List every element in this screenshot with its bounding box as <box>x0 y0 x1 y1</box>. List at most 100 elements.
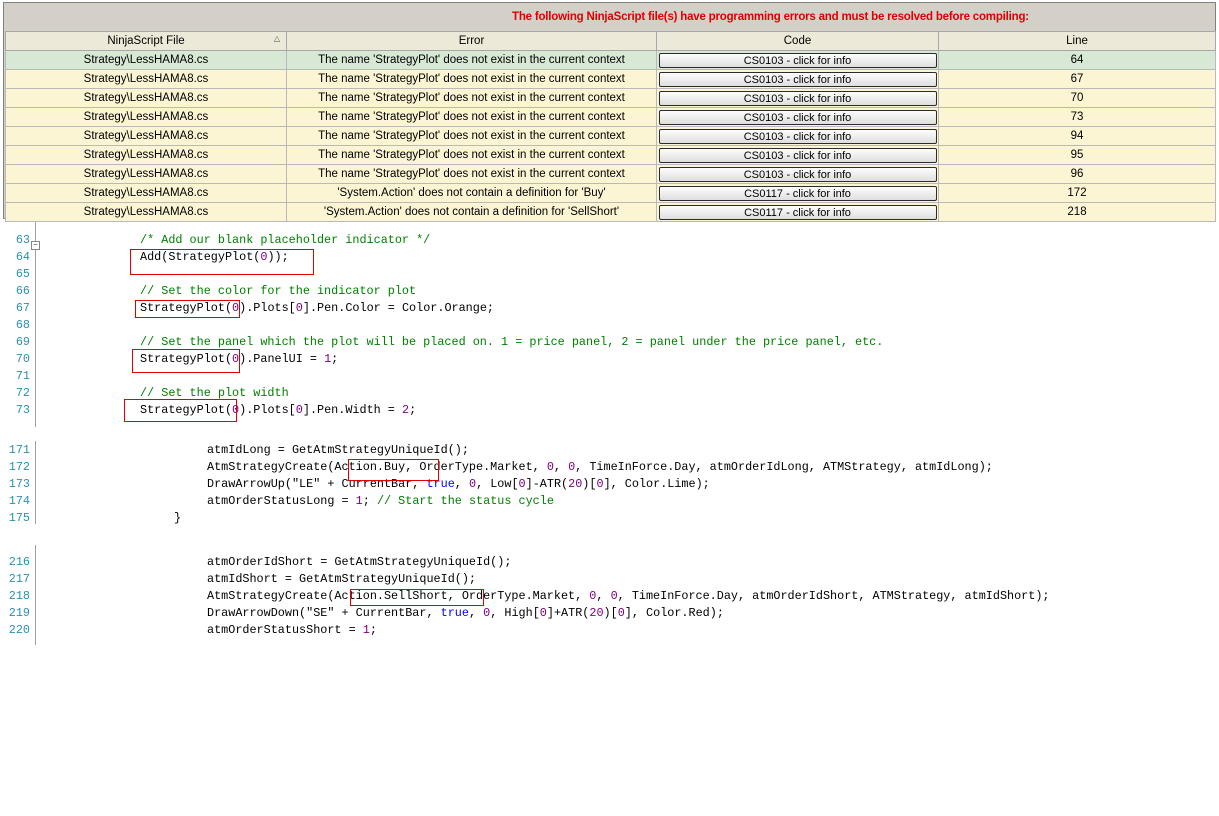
error-file-cell: Strategy\LessHAMA8.cs <box>5 145 287 165</box>
error-highlight-line-172 <box>348 459 439 481</box>
line-number: 217 <box>8 572 30 586</box>
error-code-info-button[interactable]: CS0103 - click for info <box>658 128 937 144</box>
column-header-line[interactable]: Line <box>938 31 1216 51</box>
error-file-cell: Strategy\LessHAMA8.cs <box>5 183 287 203</box>
line-number: 66 <box>15 284 30 298</box>
error-code-info-button[interactable]: CS0103 - click for info <box>658 166 937 182</box>
error-code-cell: CS0103 - click for info <box>656 50 939 70</box>
error-highlight-line-73 <box>124 399 237 422</box>
line-number: 73 <box>15 403 30 417</box>
code-text: AtmStrategyCreate(Action.Buy, OrderType.… <box>207 460 993 474</box>
error-message-cell: 'System.Action' does not contain a defin… <box>286 183 657 203</box>
error-grid-header: NinjaScript File △ Error Code Line <box>5 31 1216 51</box>
error-code-info-button[interactable]: CS0103 - click for info <box>658 147 937 163</box>
error-highlight-line-64 <box>130 249 314 275</box>
error-row[interactable]: Strategy\LessHAMA8.cs The name 'StrategyP… <box>5 50 1216 70</box>
code-text: DrawArrowDown("SE" + CurrentBar, true, 0… <box>207 606 724 620</box>
error-line-cell: 172 <box>938 183 1216 203</box>
error-message-cell: The name 'StrategyPlot' does not exist i… <box>286 145 657 165</box>
sort-arrow-icon: △ <box>273 34 280 43</box>
error-code-cell: CS0103 - click for info <box>656 164 939 184</box>
code-excerpt-long-entry: 171 atmIdLong = GetAtmStrategyUniqueId();… <box>0 441 1219 527</box>
code-line: 216 atmOrderIdShort = GetAtmStrategyUniqu… <box>0 554 1219 571</box>
error-code-info-button[interactable]: CS0103 - click for info <box>658 109 937 125</box>
error-message-cell: The name 'StrategyPlot' does not exist i… <box>286 88 657 108</box>
code-line: 219 DrawArrowDown("SE" + CurrentBar, true… <box>0 605 1219 622</box>
error-row[interactable]: Strategy\LessHAMA8.cs The name 'StrategyP… <box>5 145 1216 165</box>
error-line-cell: 96 <box>938 164 1216 184</box>
error-line-cell: 64 <box>938 50 1216 70</box>
line-number: 68 <box>15 318 30 332</box>
line-number: 172 <box>8 460 30 474</box>
line-number: 216 <box>8 555 30 569</box>
error-banner-text: The following NinjaScript file(s) have p… <box>512 11 1029 23</box>
line-number: 69 <box>15 335 30 349</box>
code-text: // Set the panel which the plot will be … <box>140 335 884 349</box>
column-header-code[interactable]: Code <box>656 31 939 51</box>
line-number: 72 <box>15 386 30 400</box>
error-row[interactable]: Strategy\LessHAMA8.cs The name 'StrategyP… <box>5 164 1216 184</box>
code-text: atmOrderStatusShort = 1; <box>207 623 377 637</box>
code-text: atmIdShort = GetAtmStrategyUniqueId(); <box>207 572 477 586</box>
code-line: 220 atmOrderStatusShort = 1; <box>0 622 1219 639</box>
error-grid: NinjaScript File △ Error Code Line Strate… <box>5 31 1216 222</box>
code-excerpt-short-entry: 216 atmOrderIdShort = GetAtmStrategyUniqu… <box>0 545 1219 645</box>
error-message-cell: The name 'StrategyPlot' does not exist i… <box>286 164 657 184</box>
error-code-cell: CS0103 - click for info <box>656 107 939 127</box>
code-line: 68 <box>0 317 1219 334</box>
error-code-info-button[interactable]: CS0103 - click for info <box>658 90 937 106</box>
error-message-cell: The name 'StrategyPlot' does not exist i… <box>286 50 657 70</box>
error-row[interactable]: Strategy\LessHAMA8.cs The name 'StrategyP… <box>5 107 1216 127</box>
error-code-info-button[interactable]: CS0117 - click for info <box>658 185 937 201</box>
error-banner: The following NinjaScript file(s) have p… <box>4 3 1215 31</box>
error-row[interactable]: Strategy\LessHAMA8.cs 'System.Action' doe… <box>5 183 1216 203</box>
code-line: 218 AtmStrategyCreate(Action.SellShort, O… <box>0 588 1219 605</box>
line-number: 71 <box>15 369 30 383</box>
line-number: 173 <box>8 477 30 491</box>
error-code-info-button[interactable]: CS0103 - click for info <box>658 52 937 68</box>
error-code-info-button[interactable]: CS0117 - click for info <box>658 204 937 220</box>
code-text: AtmStrategyCreate(Action.SellShort, Orde… <box>207 589 1050 603</box>
error-line-cell: 218 <box>938 202 1216 222</box>
error-line-cell: 94 <box>938 126 1216 146</box>
error-message-cell: The name 'StrategyPlot' does not exist i… <box>286 126 657 146</box>
code-line: 173 DrawArrowUp("LE" + CurrentBar, true, … <box>0 476 1219 493</box>
error-line-cell: 73 <box>938 107 1216 127</box>
code-line: 63 /* Add our blank placeholder indicator… <box>0 232 1219 249</box>
code-text: atmIdLong = GetAtmStrategyUniqueId(); <box>207 443 469 457</box>
column-header-file[interactable]: NinjaScript File △ <box>5 31 287 51</box>
error-highlight-line-218 <box>350 589 484 606</box>
code-text: DrawArrowUp("LE" + CurrentBar, true, 0, … <box>207 477 710 491</box>
error-file-cell: Strategy\LessHAMA8.cs <box>5 50 287 70</box>
column-header-error[interactable]: Error <box>286 31 657 51</box>
error-code-info-button[interactable]: CS0103 - click for info <box>658 71 937 87</box>
code-line: 174 atmOrderStatusLong = 1; // Start the … <box>0 493 1219 510</box>
code-line: 175} <box>0 510 1219 527</box>
line-number: 70 <box>15 352 30 366</box>
error-file-cell: Strategy\LessHAMA8.cs <box>5 88 287 108</box>
error-code-cell: CS0103 - click for info <box>656 88 939 108</box>
compile-error-panel: The following NinjaScript file(s) have p… <box>3 2 1216 222</box>
line-number: 65 <box>15 267 30 281</box>
error-row[interactable]: Strategy\LessHAMA8.cs The name 'StrategyP… <box>5 69 1216 89</box>
error-file-cell: Strategy\LessHAMA8.cs <box>5 202 287 222</box>
line-number: 63 <box>15 233 30 247</box>
error-row[interactable]: Strategy\LessHAMA8.cs The name 'StrategyP… <box>5 88 1216 108</box>
error-highlight-line-70 <box>132 349 240 373</box>
code-line: 172 AtmStrategyCreate(Action.Buy, OrderTy… <box>0 459 1219 476</box>
error-highlight-line-67 <box>135 300 240 318</box>
error-line-cell: 67 <box>938 69 1216 89</box>
collapse-toggle-icon[interactable]: − <box>31 241 40 250</box>
code-text: atmOrderIdShort = GetAtmStrategyUniqueId… <box>207 555 512 569</box>
error-code-cell: CS0117 - click for info <box>656 183 939 203</box>
error-message-cell: The name 'StrategyPlot' does not exist i… <box>286 107 657 127</box>
line-number: 220 <box>8 623 30 637</box>
error-row[interactable]: Strategy\LessHAMA8.cs The name 'StrategyP… <box>5 126 1216 146</box>
line-number: 218 <box>8 589 30 603</box>
error-code-cell: CS0103 - click for info <box>656 69 939 89</box>
error-code-cell: CS0103 - click for info <box>656 126 939 146</box>
error-row[interactable]: Strategy\LessHAMA8.cs 'System.Action' doe… <box>5 202 1216 222</box>
error-message-cell: 'System.Action' does not contain a defin… <box>286 202 657 222</box>
error-line-cell: 95 <box>938 145 1216 165</box>
line-number: 67 <box>15 301 30 315</box>
